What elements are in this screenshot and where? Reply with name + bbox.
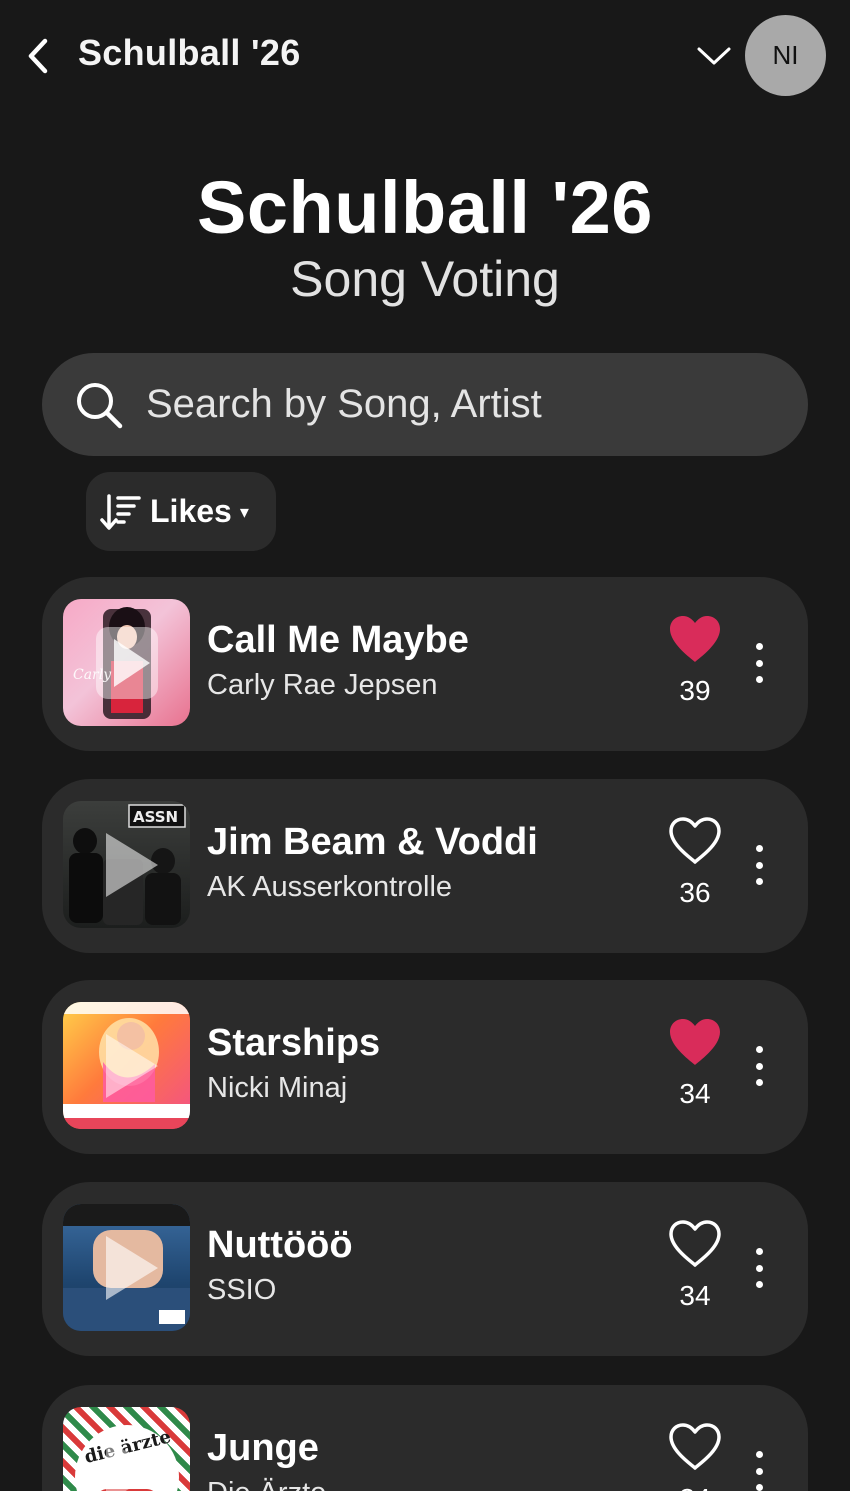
search-input[interactable] — [146, 382, 746, 427]
play-icon — [105, 1033, 158, 1098]
song-card[interactable]: Carly Call Me Maybe Carly Rae Jepsen 39 — [42, 577, 808, 751]
play-icon — [105, 1235, 158, 1300]
play-icon — [95, 626, 158, 699]
more-options-button[interactable] — [744, 633, 774, 693]
search-icon — [74, 380, 124, 430]
song-artist: SSIO — [207, 1274, 277, 1306]
sort-label: Likes — [150, 493, 232, 529]
more-options-button[interactable] — [744, 835, 774, 895]
like-count: 34 — [679, 1280, 711, 1311]
dot-icon — [755, 845, 763, 852]
play-button[interactable] — [63, 1204, 190, 1331]
like-count: 39 — [679, 675, 711, 706]
heart-outline-icon[interactable] — [666, 1218, 724, 1270]
song-card[interactable]: die ärzte Junge Die Ärzte 34 — [42, 1385, 808, 1491]
dot-icon — [755, 1079, 763, 1086]
dot-icon — [755, 643, 763, 650]
dot-icon — [755, 1046, 763, 1053]
play-button[interactable] — [63, 599, 190, 726]
dot-icon — [755, 878, 763, 885]
chevron-down-icon — [697, 47, 731, 65]
back-button[interactable] — [18, 34, 58, 78]
top-bar-title: Schulball '26 — [78, 32, 301, 73]
more-options-button[interactable] — [744, 1441, 774, 1491]
like-count: 34 — [654, 1483, 736, 1491]
song-title: Nuttööö — [207, 1224, 353, 1266]
heart-outline-icon[interactable] — [666, 1421, 724, 1473]
dot-icon — [755, 1281, 763, 1288]
song-title: Jim Beam & Voddi — [207, 821, 538, 863]
dot-icon — [755, 1484, 763, 1491]
play-icon — [105, 832, 158, 897]
heart-filled-icon[interactable] — [666, 1016, 724, 1068]
dot-icon — [755, 1264, 763, 1272]
like-count: 34 — [679, 1078, 711, 1109]
play-button[interactable] — [63, 801, 190, 928]
search-bar[interactable] — [42, 353, 808, 456]
top-bar: Schulball '26 NI — [0, 0, 850, 110]
sort-button[interactable]: Likes ▾ — [86, 472, 276, 551]
caret-down-icon: ▾ — [239, 502, 249, 522]
page-subtitle: Song Voting — [290, 251, 560, 307]
more-options-button[interactable] — [744, 1036, 774, 1096]
album-cover[interactable]: ASSN — [63, 801, 190, 928]
song-artist: Carly Rae Jepsen — [207, 669, 438, 701]
song-title: Call Me Maybe — [207, 619, 469, 661]
avatar[interactable]: NI — [745, 15, 826, 96]
song-card[interactable]: ASSN Jim Beam & Voddi AK Ausserkontrolle… — [42, 779, 808, 953]
more-options-button[interactable] — [744, 1238, 774, 1298]
song-title: Junge — [207, 1427, 319, 1469]
play-button[interactable] — [63, 1002, 190, 1129]
chevron-left-icon — [28, 38, 48, 74]
song-artist: AK Ausserkontrolle — [207, 871, 453, 903]
play-button[interactable] — [63, 1407, 190, 1491]
song-artist: Nicki Minaj — [207, 1072, 348, 1104]
song-title: Starships — [207, 1022, 381, 1064]
dot-icon — [755, 659, 763, 667]
song-artist: Die Ärzte — [207, 1477, 326, 1491]
heart-filled-icon[interactable] — [666, 613, 724, 665]
dot-icon — [755, 1062, 763, 1070]
album-cover[interactable] — [63, 1204, 190, 1331]
sort-descending-icon — [100, 493, 141, 530]
song-card[interactable]: Starships Nicki Minaj 34 — [42, 980, 808, 1154]
album-cover[interactable]: Carly — [63, 599, 190, 726]
page-title: Schulball '26 — [197, 166, 653, 249]
dot-icon — [755, 676, 763, 683]
album-cover[interactable]: die ärzte — [63, 1407, 190, 1491]
like-count: 36 — [679, 877, 711, 908]
account-menu-toggle[interactable] — [694, 38, 734, 74]
heart-outline-icon[interactable] — [666, 815, 724, 867]
dot-icon — [755, 1248, 763, 1255]
dot-icon — [755, 1467, 763, 1475]
dot-icon — [755, 861, 763, 869]
album-cover[interactable] — [63, 1002, 190, 1129]
play-icon — [105, 1438, 158, 1491]
dot-icon — [755, 1451, 763, 1458]
song-card[interactable]: Nuttööö SSIO 34 — [42, 1182, 808, 1356]
